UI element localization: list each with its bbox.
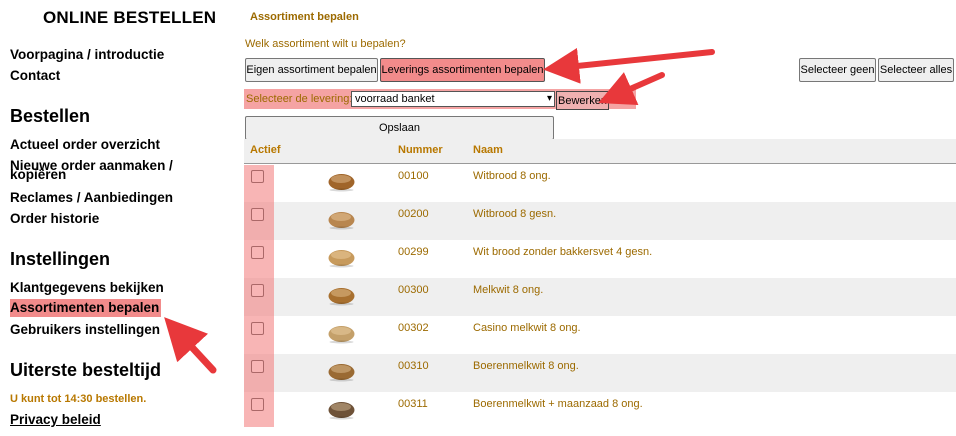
table-row: 00311 Boerenmelkwit + maanzaad 8 ong. (244, 392, 956, 430)
cell-naam: Boerenmelkwit + maanzaad 8 ong. (473, 398, 643, 410)
nav-reclames[interactable]: Reclames / Aanbiedingen (10, 191, 173, 205)
main-content: Assortiment bepalen Welk assortiment wil… (244, 0, 956, 436)
section-instellingen: Instellingen (10, 249, 111, 269)
nav-assortimenten-bepalen[interactable]: Assortimenten bepalen (10, 299, 162, 317)
bread-icon (328, 402, 355, 420)
actief-checkbox[interactable] (251, 284, 264, 297)
page-title: Assortiment bepalen (250, 11, 359, 23)
table-row: 00300 Melkwit 8 ong. (244, 278, 956, 316)
selecteer-alles-button[interactable]: Selecteer alles (878, 58, 954, 82)
cell-nummer: 00310 (398, 360, 429, 372)
header-naam: Naam (473, 144, 503, 156)
actief-checkbox[interactable] (251, 208, 264, 221)
assortiment-table: Actief Nummer Naam 00100 Witbrood 8 ong. 0… (244, 139, 956, 430)
section-besteltijd: Uiterste besteltijd (10, 360, 162, 380)
nav-order-historie[interactable]: Order historie (10, 212, 99, 226)
nav-assortimenten-label: Assortimenten bepalen (10, 299, 162, 317)
table-row: 00310 Boerenmelkwit 8 ong. (244, 354, 956, 392)
bread-icon (328, 250, 355, 268)
sidebar: ONLINE BESTELLEN Voorpagina / introducti… (0, 0, 236, 436)
actief-checkbox[interactable] (251, 322, 264, 335)
cell-naam: Casino melkwit 8 ong. (473, 322, 581, 334)
bread-icon (328, 174, 355, 192)
cell-nummer: 00302 (398, 322, 429, 334)
cell-nummer: 00311 (398, 398, 428, 410)
section-bestellen: Bestellen (10, 106, 91, 126)
table-row: 00302 Casino melkwit 8 ong. (244, 316, 956, 354)
bewerken-button[interactable]: Bewerken (556, 91, 609, 110)
bread-icon (328, 212, 355, 230)
nav-voorpagina[interactable]: Voorpagina / introductie (10, 48, 164, 62)
cell-naam: Wit brood zonder bakkersvet 4 gesn. (473, 246, 653, 258)
cell-nummer: 00300 (398, 284, 429, 296)
actief-checkbox[interactable] (251, 360, 264, 373)
nav-klantgegevens[interactable]: Klantgegevens bekijken (10, 281, 164, 295)
table-row: 00299 Wit brood zonder bakkersvet 4 gesn. (244, 240, 956, 278)
brand-title: ONLINE BESTELLEN (43, 8, 217, 27)
cell-naam: Witbrood 8 gesn. (473, 208, 557, 220)
actief-checkbox[interactable] (251, 398, 264, 411)
table-row: 00200 Witbrood 8 gesn. (244, 202, 956, 240)
actief-checkbox[interactable] (251, 246, 264, 259)
question-text: Welk assortiment wilt u bepalen? (245, 38, 406, 50)
bread-icon (328, 326, 355, 344)
opslaan-button[interactable]: Opslaan (245, 116, 554, 140)
cell-naam: Witbrood 8 ong. (473, 170, 551, 182)
cell-naam: Melkwit 8 ong. (473, 284, 544, 296)
actief-checkbox[interactable] (251, 170, 264, 183)
cell-nummer: 00299 (398, 246, 429, 258)
nav-gebruikers[interactable]: Gebruikers instellingen (10, 323, 160, 337)
cell-nummer: 00200 (398, 208, 429, 220)
cell-nummer: 00100 (398, 170, 429, 182)
header-nummer: Nummer (398, 144, 443, 156)
header-actief: Actief (250, 144, 281, 156)
bread-icon (328, 364, 355, 382)
levering-select[interactable]: voorraad banket ▾ (351, 91, 555, 107)
nav-actueel-order[interactable]: Actueel order overzicht (10, 138, 160, 152)
table-body: 00100 Witbrood 8 ong. 00200 Witbrood 8 gesn… (244, 164, 956, 430)
levering-value: voorraad banket (355, 93, 435, 105)
privacy-link[interactable]: Privacy beleid (10, 412, 101, 427)
nav-nieuwe-order-cont[interactable]: kopiëren (10, 168, 66, 182)
deadline-note: U kunt tot 14:30 bestellen. (10, 393, 147, 405)
bread-icon (328, 288, 355, 306)
chevron-down-icon: ▾ (546, 93, 552, 104)
table-header: Actief Nummer Naam (244, 139, 956, 164)
levering-label: Selecteer de levering: (246, 93, 353, 105)
selecteer-geen-button[interactable]: Selecteer geen (799, 58, 876, 82)
table-row: 00100 Witbrood 8 ong. (244, 164, 956, 202)
nav-contact[interactable]: Contact (10, 69, 60, 83)
leverings-assortiment-button[interactable]: Leverings assortimenten bepalen (380, 58, 545, 82)
eigen-assortiment-button[interactable]: Eigen assortiment bepalen (245, 58, 378, 82)
cell-naam: Boerenmelkwit 8 ong. (473, 360, 579, 372)
